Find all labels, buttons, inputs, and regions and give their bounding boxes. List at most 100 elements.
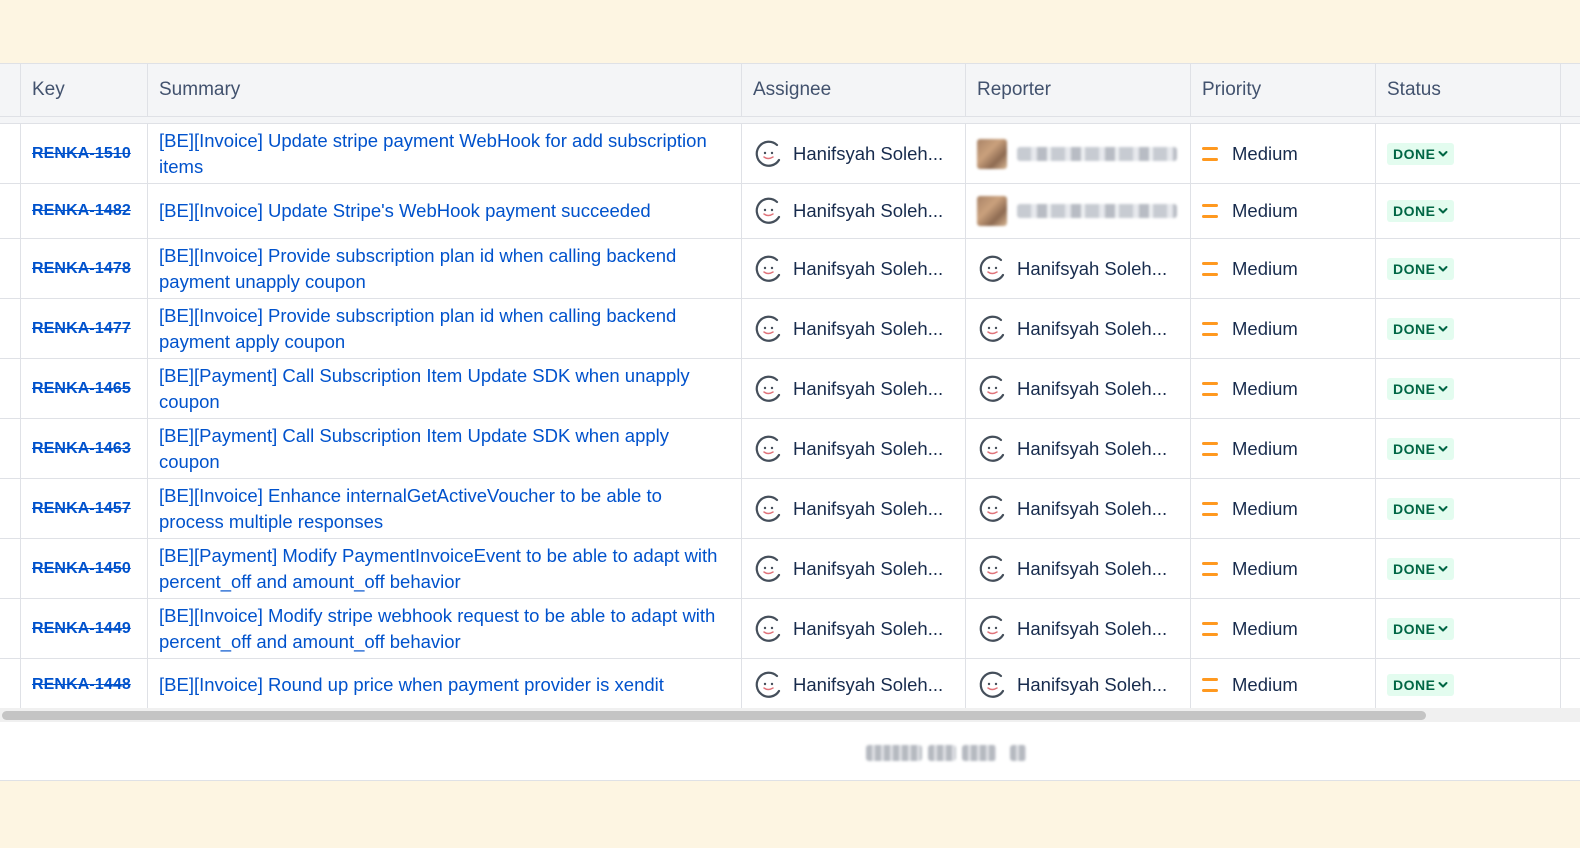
issue-summary-link[interactable]: [BE][Invoice] Round up price when paymen… xyxy=(159,672,674,698)
issue-key-cell: RENKA-1465 xyxy=(20,359,147,418)
reporter[interactable]: Hanifsyah Soleh... xyxy=(977,314,1167,344)
table-header: Key Summary Assignee Reporter Priority S… xyxy=(0,64,1580,117)
header-divider xyxy=(0,117,1580,124)
status-badge[interactable]: DONE xyxy=(1387,557,1455,580)
issue-key-link[interactable]: RENKA-1465 xyxy=(32,380,131,398)
chevron-down-icon xyxy=(1438,150,1448,156)
avatar-icon xyxy=(754,671,782,699)
assignee[interactable]: Hanifsyah Soleh... xyxy=(753,314,943,344)
issue-key-link[interactable]: RENKA-1482 xyxy=(32,202,131,220)
avatar-icon xyxy=(978,494,1006,523)
priority-medium-icon xyxy=(1202,321,1218,336)
assignee-cell: Hanifsyah Soleh... xyxy=(741,539,965,598)
status-cell: DONE xyxy=(1375,184,1560,238)
status-badge[interactable]: DONE xyxy=(1387,142,1455,165)
issue-summary-link[interactable]: [BE][Invoice] Update stripe payment WebH… xyxy=(159,128,741,180)
status-badge[interactable]: DONE xyxy=(1387,377,1455,400)
row-end xyxy=(1560,299,1580,358)
column-header-priority[interactable]: Priority xyxy=(1190,64,1375,116)
issue-summary-link[interactable]: [BE][Payment] Modify PaymentInvoiceEvent… xyxy=(159,543,741,595)
issue-key-link[interactable]: RENKA-1510 xyxy=(32,145,131,163)
status-badge[interactable]: DONE xyxy=(1387,674,1455,696)
column-header-assignee[interactable]: Assignee xyxy=(741,64,965,116)
column-header-reporter[interactable]: Reporter xyxy=(965,64,1190,116)
issue-key-link[interactable]: RENKA-1463 xyxy=(32,440,131,458)
assignee[interactable]: Hanifsyah Soleh... xyxy=(753,434,943,464)
issue-key-link[interactable]: RENKA-1449 xyxy=(32,620,131,638)
table-row[interactable]: RENKA-1457 [BE][Invoice] Enhance interna… xyxy=(0,479,1580,539)
table-row[interactable]: RENKA-1463 [BE][Payment] Call Subscripti… xyxy=(0,419,1580,479)
column-header-key[interactable]: Key xyxy=(20,64,147,116)
status-badge[interactable]: DONE xyxy=(1387,200,1455,222)
row-gutter xyxy=(0,299,20,358)
status-badge[interactable]: DONE xyxy=(1387,617,1455,640)
assignee-name: Hanifsyah Soleh... xyxy=(793,617,944,639)
row-end xyxy=(1560,359,1580,418)
issue-summary-link[interactable]: [BE][Payment] Call Subscription Item Upd… xyxy=(159,363,741,415)
assignee[interactable]: Hanifsyah Soleh... xyxy=(753,254,943,284)
issue-summary-link[interactable]: [BE][Invoice] Modify stripe webhook requ… xyxy=(159,603,741,655)
assignee-cell: Hanifsyah Soleh... xyxy=(741,299,965,358)
assignee[interactable]: Hanifsyah Soleh... xyxy=(753,670,943,700)
scrollbar-thumb[interactable] xyxy=(2,711,1426,720)
table-row[interactable]: RENKA-1477 [BE][Invoice] Provide subscri… xyxy=(0,299,1580,359)
assignee[interactable]: Hanifsyah Soleh... xyxy=(753,614,943,644)
column-header-summary[interactable]: Summary xyxy=(147,64,741,116)
assignee-name: Hanifsyah Soleh... xyxy=(793,377,944,399)
table-row[interactable]: RENKA-1448 [BE][Invoice] Round up price … xyxy=(0,659,1580,712)
reporter[interactable] xyxy=(977,196,1177,226)
reporter[interactable]: Hanifsyah Soleh... xyxy=(977,554,1167,584)
reporter-name: Hanifsyah Soleh... xyxy=(1017,674,1168,695)
horizontal-scrollbar[interactable] xyxy=(0,708,1580,722)
priority-medium-icon xyxy=(1202,561,1218,576)
reporter[interactable]: Hanifsyah Soleh... xyxy=(977,434,1167,464)
priority-cell: Medium xyxy=(1190,599,1375,658)
assignee[interactable]: Hanifsyah Soleh... xyxy=(753,196,943,226)
table-row[interactable]: RENKA-1465 [BE][Payment] Call Subscripti… xyxy=(0,359,1580,419)
reporter[interactable]: Hanifsyah Soleh... xyxy=(977,670,1167,700)
issue-summary-link[interactable]: [BE][Invoice] Update Stripe's WebHook pa… xyxy=(159,198,661,224)
summary-cell: [BE][Invoice] Update stripe payment WebH… xyxy=(147,124,741,183)
priority: Medium xyxy=(1202,438,1298,460)
status-badge[interactable]: DONE xyxy=(1387,317,1455,340)
reporter[interactable]: Hanifsyah Soleh... xyxy=(977,614,1167,644)
reporter[interactable]: Hanifsyah Soleh... xyxy=(977,374,1167,404)
status-label: DONE xyxy=(1393,260,1436,277)
table-row[interactable]: RENKA-1510 [BE][Invoice] Update stripe p… xyxy=(0,124,1580,184)
issue-summary-link[interactable]: [BE][Invoice] Provide subscription plan … xyxy=(159,243,741,295)
column-header-status[interactable]: Status xyxy=(1375,64,1560,116)
table-row[interactable]: RENKA-1482 [BE][Invoice] Update Stripe's… xyxy=(0,184,1580,239)
status-badge[interactable]: DONE xyxy=(1387,437,1455,460)
issue-summary-link[interactable]: [BE][Invoice] Provide subscription plan … xyxy=(159,303,741,355)
issue-key-link[interactable]: RENKA-1448 xyxy=(32,676,131,694)
priority-label: Medium xyxy=(1232,497,1298,519)
assignee[interactable]: Hanifsyah Soleh... xyxy=(753,139,943,169)
issue-summary-link[interactable]: [BE][Invoice] Enhance internalGetActiveV… xyxy=(159,483,741,535)
row-gutter xyxy=(0,419,20,478)
status-cell: DONE xyxy=(1375,299,1560,358)
issue-key-link[interactable]: RENKA-1477 xyxy=(32,320,131,338)
reporter[interactable] xyxy=(977,138,1177,169)
assignee[interactable]: Hanifsyah Soleh... xyxy=(753,374,943,404)
issue-key-link[interactable]: RENKA-1457 xyxy=(32,500,131,518)
status-badge[interactable]: DONE xyxy=(1387,497,1455,520)
assignee[interactable]: Hanifsyah Soleh... xyxy=(753,554,943,584)
table-row[interactable]: RENKA-1449 [BE][Invoice] Modify stripe w… xyxy=(0,599,1580,659)
reporter[interactable]: Hanifsyah Soleh... xyxy=(977,254,1167,284)
redacted-reporter-name xyxy=(1017,146,1177,161)
reporter[interactable]: Hanifsyah Soleh... xyxy=(977,494,1167,524)
priority-label: Medium xyxy=(1232,437,1298,459)
avatar-icon xyxy=(978,434,1006,463)
status-cell: DONE xyxy=(1375,419,1560,478)
summary-cell: [BE][Invoice] Update Stripe's WebHook pa… xyxy=(147,184,741,238)
status-badge[interactable]: DONE xyxy=(1387,257,1455,280)
issue-key-link[interactable]: RENKA-1478 xyxy=(32,260,131,278)
table-row[interactable]: RENKA-1478 [BE][Invoice] Provide subscri… xyxy=(0,239,1580,299)
priority-label: Medium xyxy=(1232,317,1298,339)
assignee[interactable]: Hanifsyah Soleh... xyxy=(753,494,943,524)
issue-summary-link[interactable]: [BE][Payment] Call Subscription Item Upd… xyxy=(159,423,741,475)
reporter-cell: Hanifsyah Soleh... xyxy=(965,659,1190,711)
table-row[interactable]: RENKA-1450 [BE][Payment] Modify PaymentI… xyxy=(0,539,1580,599)
status-label: DONE xyxy=(1393,320,1436,337)
issue-key-link[interactable]: RENKA-1450 xyxy=(32,560,131,578)
